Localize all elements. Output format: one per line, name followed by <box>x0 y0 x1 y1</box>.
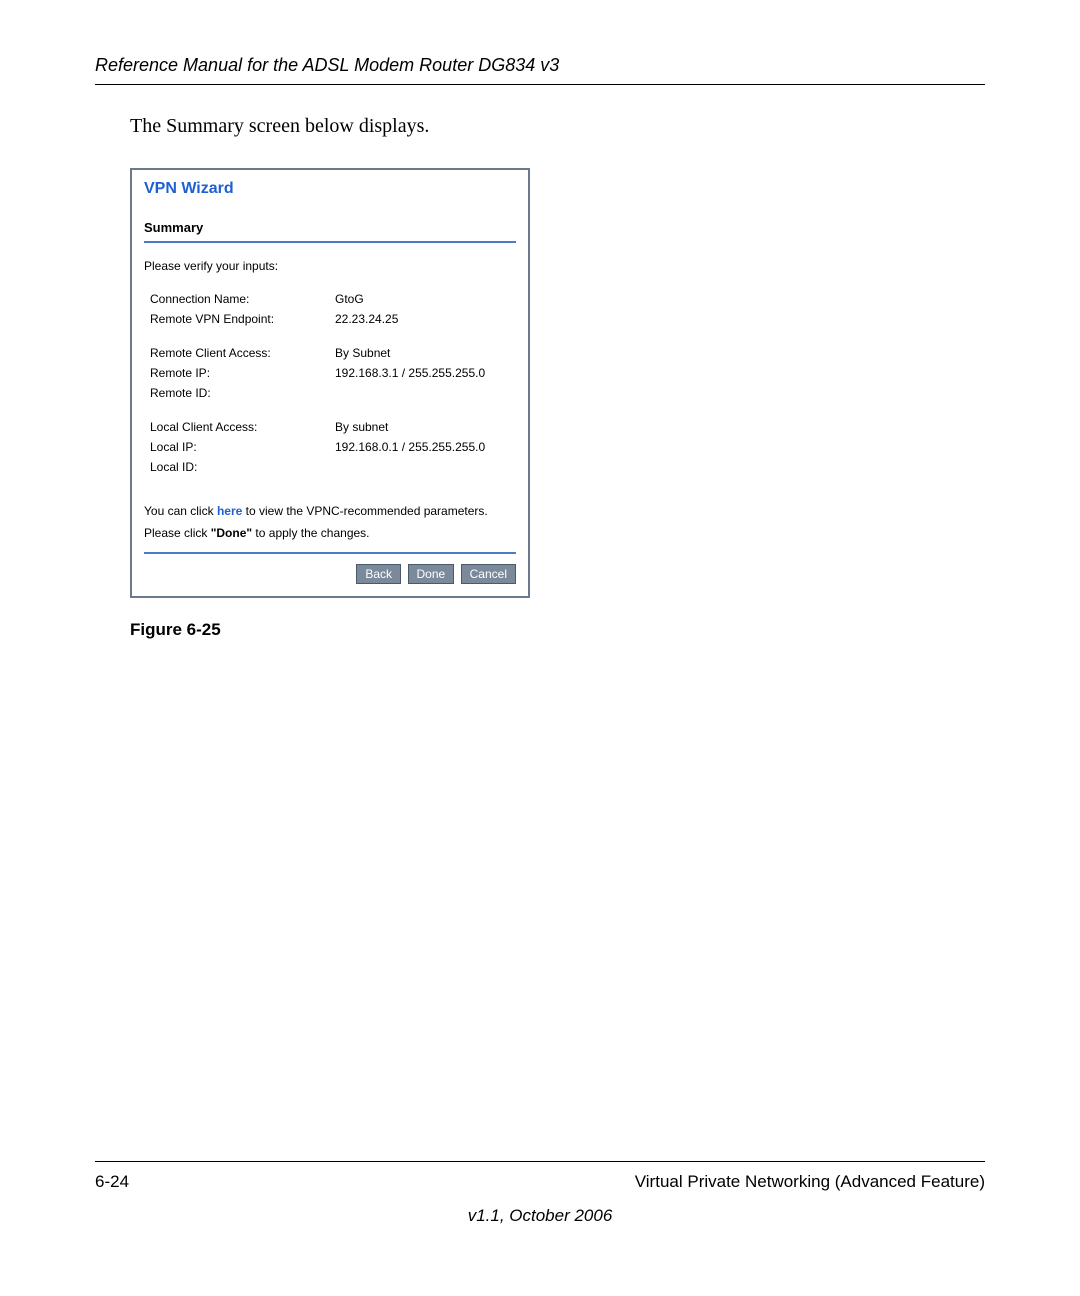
field-row: Remote Client Access: By Subnet <box>144 343 516 363</box>
field-row: Connection Name: GtoG <box>144 289 516 309</box>
field-value: By subnet <box>335 420 516 434</box>
field-row: Remote IP: 192.168.3.1 / 255.255.255.0 <box>144 363 516 383</box>
field-value: 192.168.3.1 / 255.255.255.0 <box>335 366 516 380</box>
field-value: By Subnet <box>335 346 516 360</box>
field-row: Remote VPN Endpoint: 22.23.24.25 <box>144 309 516 329</box>
field-row: Local ID: <box>144 457 516 477</box>
verify-text: Please verify your inputs: <box>144 259 516 273</box>
section-title: Virtual Private Networking (Advanced Fea… <box>635 1172 985 1192</box>
apply-note-prefix: Please click <box>144 526 211 540</box>
field-label: Local Client Access: <box>150 420 335 434</box>
field-group-3: Local Client Access: By subnet Local IP:… <box>144 417 516 477</box>
page-footer: 6-24 Virtual Private Networking (Advance… <box>95 1161 985 1226</box>
field-group-1: Connection Name: GtoG Remote VPN Endpoin… <box>144 289 516 329</box>
field-value: 22.23.24.25 <box>335 312 516 326</box>
footer-note-prefix: You can click <box>144 504 217 518</box>
vpn-wizard-panel: VPN Wizard Summary Please verify your in… <box>130 168 530 598</box>
page-header-title: Reference Manual for the ADSL Modem Rout… <box>95 55 985 76</box>
field-label: Local IP: <box>150 440 335 454</box>
field-row: Local Client Access: By subnet <box>144 417 516 437</box>
field-label: Local ID: <box>150 460 335 474</box>
apply-note-suffix: to apply the changes. <box>252 526 369 540</box>
field-row: Remote ID: <box>144 383 516 403</box>
divider <box>144 241 516 243</box>
intro-text: The Summary screen below displays. <box>130 115 985 138</box>
figure-caption: Figure 6-25 <box>130 620 985 640</box>
header-rule <box>95 84 985 85</box>
field-row: Local IP: 192.168.0.1 / 255.255.255.0 <box>144 437 516 457</box>
footer-note-suffix: to view the VPNC-recommended parameters. <box>242 504 487 518</box>
done-button[interactable]: Done <box>408 564 455 584</box>
apply-note-bold: "Done" <box>211 526 252 540</box>
field-value: 192.168.0.1 / 255.255.255.0 <box>335 440 516 454</box>
button-row: Back Done Cancel <box>144 564 516 584</box>
divider <box>144 552 516 554</box>
here-link[interactable]: here <box>217 504 242 518</box>
cancel-button[interactable]: Cancel <box>461 564 516 584</box>
field-label: Remote IP: <box>150 366 335 380</box>
footer-rule <box>95 1161 985 1162</box>
summary-heading: Summary <box>144 220 516 235</box>
wizard-title: VPN Wizard <box>144 180 516 198</box>
field-label: Remote Client Access: <box>150 346 335 360</box>
field-group-2: Remote Client Access: By Subnet Remote I… <box>144 343 516 403</box>
field-value: GtoG <box>335 292 516 306</box>
field-value <box>335 386 516 400</box>
page-number: 6-24 <box>95 1172 129 1192</box>
wizard-footer-text: You can click here to view the VPNC-reco… <box>144 501 516 544</box>
back-button[interactable]: Back <box>356 564 401 584</box>
field-label: Connection Name: <box>150 292 335 306</box>
field-label: Remote VPN Endpoint: <box>150 312 335 326</box>
field-value <box>335 460 516 474</box>
field-label: Remote ID: <box>150 386 335 400</box>
footer-version: v1.1, October 2006 <box>95 1206 985 1226</box>
